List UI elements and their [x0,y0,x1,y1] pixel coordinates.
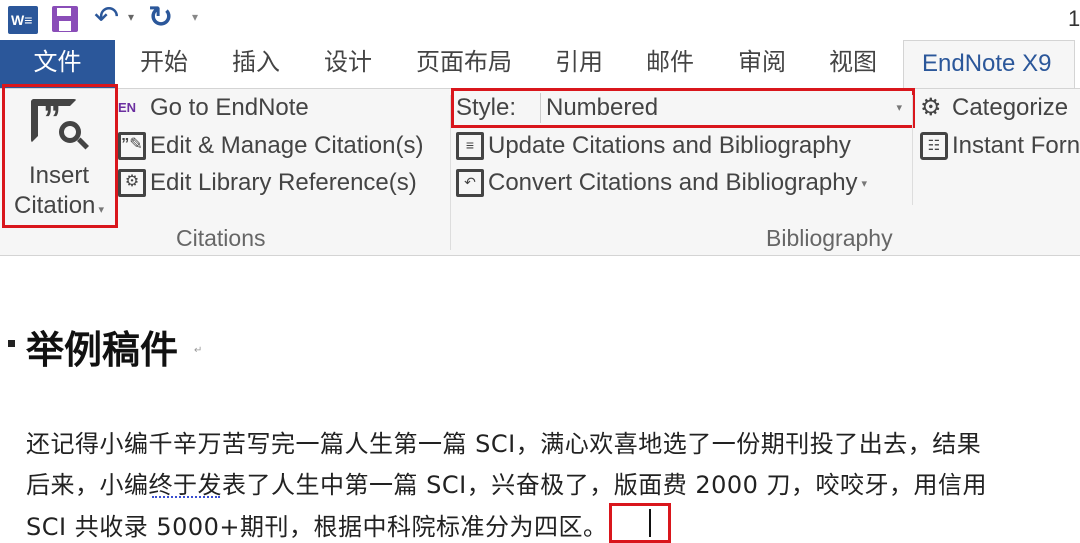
title-fragment: 1 [1068,6,1080,31]
tab-home[interactable]: 开始 [140,40,188,88]
word-icon: W≡ [8,6,38,34]
highlight-cursor [609,503,671,543]
heading-bullet [8,340,15,347]
highlight-style [451,88,915,128]
library-gear-icon: ⚙ [118,169,146,197]
update-citations-button[interactable]: ≡ Update Citations and Bibliography [456,129,851,163]
group-divider [912,95,913,205]
document-heading: 举例稿件 [26,328,179,372]
quick-access-toolbar: W≡ ↶ ▾ ↻ ▾ 1 [0,0,1080,40]
update-icon: ≡ [456,132,484,160]
edit-manage-label: Edit & Manage Citation(s) [150,132,424,159]
endnote-icon: EN [118,100,137,115]
tab-review[interactable]: 审阅 [738,40,786,88]
group-label-bibliography: Bibliography [766,225,893,251]
instant-formatting-button[interactable]: ☷ Instant Forn [920,129,1080,163]
paragraph-mark-icon: ↵ [194,345,203,356]
instant-format-label: Instant Forn [952,132,1080,159]
update-label: Update Citations and Bibliography [488,132,851,159]
categorize-button[interactable]: ⚙ Categorize [920,91,1068,125]
instant-format-icon: ☷ [920,132,948,160]
convert-label: Convert Citations and Bibliography [488,169,858,196]
ribbon: ” Insert Citation ▾ EN Go to EndNote ”✎ … [0,84,1080,256]
go-to-endnote-label: Go to EndNote [150,94,309,121]
paragraph-line-1: 还记得小编千辛万苦写完一篇人生第一篇 SCI，满心欢喜地选了一份期刊投了出去，结… [26,430,982,458]
paragraph-line-3: SCI 共收录 5000+期刊，根据中科院标准分为四区。 [26,513,608,541]
customize-icon[interactable]: ▾ [192,10,198,24]
categorize-gear-icon: ⚙ [920,94,942,121]
undo-icon[interactable]: ↶ [94,0,119,35]
group-label-citations: Citations [176,225,266,251]
tab-view[interactable]: 视图 [829,40,877,88]
ribbon-tabs: 文件 开始 插入 设计 页面布局 引用 邮件 审阅 视图 EndNote X9 [0,40,1080,88]
document-area[interactable]: 举例稿件 ↵ 还记得小编千辛万苦写完一篇人生第一篇 SCI，满心欢喜地选了一份期… [0,257,1080,543]
tab-mailings[interactable]: 邮件 [646,40,694,88]
save-icon[interactable] [52,6,78,32]
tab-design[interactable]: 设计 [324,40,372,88]
tab-references[interactable]: 引用 [555,40,603,88]
go-to-endnote-button[interactable]: EN Go to EndNote [118,91,309,125]
redo-icon[interactable]: ↻ [148,0,173,35]
undo-dropdown-icon[interactable]: ▾ [128,10,134,24]
edit-library-reference-button[interactable]: ⚙ Edit Library Reference(s) [118,166,417,200]
edit-citation-icon: ”✎ [118,132,146,160]
tab-layout[interactable]: 页面布局 [416,40,512,88]
tab-endnote[interactable]: EndNote X9 [903,40,1075,88]
convert-icon: ↶ [456,169,484,197]
edit-manage-citations-button[interactable]: ”✎ Edit & Manage Citation(s) [118,129,423,163]
spelling-underline [152,495,220,498]
categorize-label: Categorize [952,94,1069,121]
tab-file[interactable]: 文件 [0,40,115,88]
highlight-insert-citation [2,84,118,228]
edit-library-label: Edit Library Reference(s) [150,169,417,196]
convert-citations-button[interactable]: ↶ Convert Citations and Bibliography ▾ [456,166,867,200]
dropdown-arrow-icon: ▾ [861,177,868,190]
tab-insert[interactable]: 插入 [232,40,280,88]
